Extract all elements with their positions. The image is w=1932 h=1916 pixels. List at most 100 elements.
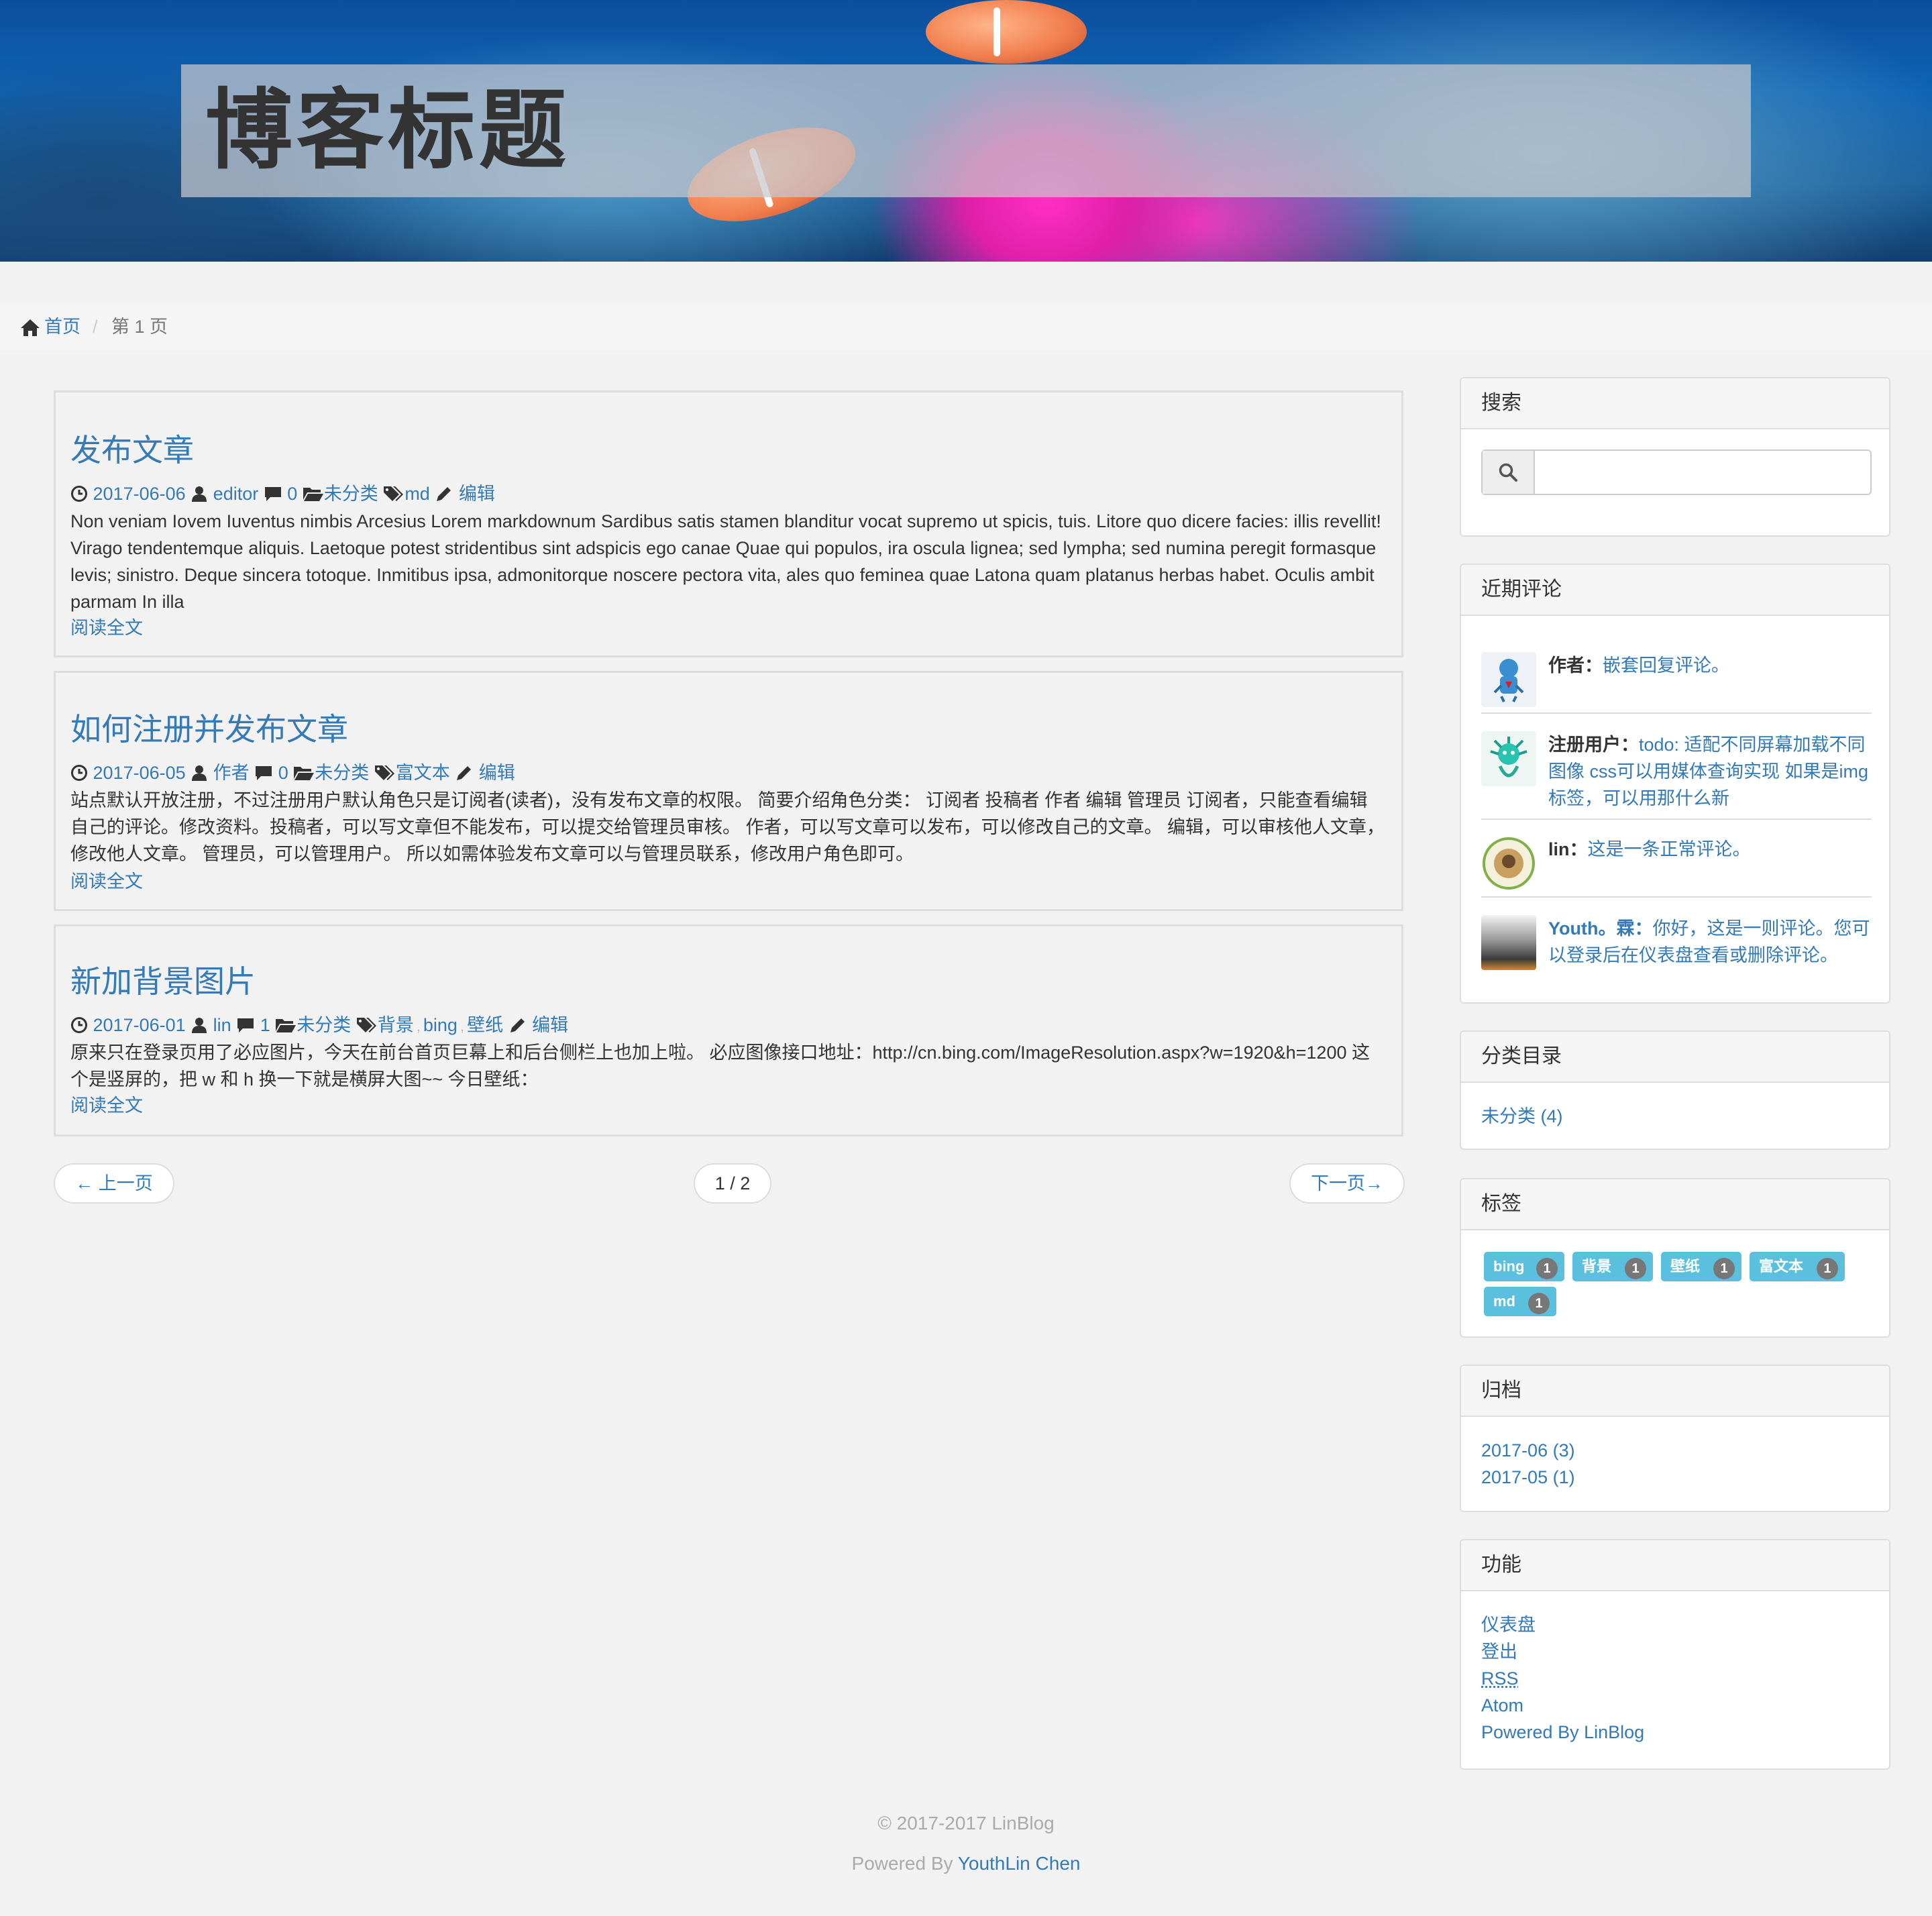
post-date-link[interactable]: 2017-06-05 <box>93 763 186 783</box>
post-date-link[interactable]: 2017-06-06 <box>93 484 186 504</box>
comment-author[interactable]: Youth。霖： <box>1548 918 1652 939</box>
post-category-link[interactable]: 未分类 <box>297 1015 351 1035</box>
clownfish-image <box>926 0 1087 64</box>
breadcrumb-home-link[interactable]: 首页 <box>44 303 80 350</box>
tag-count-badge: 1 <box>1528 1293 1550 1314</box>
tag-label[interactable]: 背景 1 <box>1572 1252 1653 1281</box>
post-title[interactable]: 新加背景图片 <box>70 963 256 1000</box>
panel-heading: 近期评论 <box>1461 565 1889 616</box>
post-meta: 2017-06-06 editor 0 未分类 md 编辑 <box>70 481 495 507</box>
folder-icon <box>276 1019 297 1032</box>
header-title-box: 博客标题 <box>181 64 1751 197</box>
breadcrumb: 首页 / 第 1 页 <box>0 303 1932 350</box>
post-excerpt: 站点默认开放注册，不过注册用户默认角色只是订阅者(读者)，没有发布文章的权限。 … <box>70 790 1385 864</box>
comment-link[interactable]: 嵌套回复评论。 <box>1603 655 1729 676</box>
tags-icon <box>384 486 404 501</box>
post-category-link[interactable]: 未分类 <box>324 484 378 504</box>
tag-label[interactable]: md 1 <box>1484 1287 1556 1316</box>
user-icon <box>192 765 207 781</box>
tags-icon <box>356 1018 376 1032</box>
search-group <box>1481 449 1872 495</box>
read-more-link[interactable]: 阅读全文 <box>70 1093 143 1118</box>
post-category-link[interactable]: 未分类 <box>315 763 369 783</box>
post-tag-link[interactable]: md <box>405 484 430 504</box>
panel-heading: 功能 <box>1461 1540 1889 1591</box>
post-title[interactable]: 发布文章 <box>70 431 194 469</box>
panel-heading: 归档 <box>1461 1366 1889 1417</box>
clock-icon <box>71 1017 87 1033</box>
search-button[interactable] <box>1483 451 1535 494</box>
pencil-icon <box>437 487 451 501</box>
comment-text: 注册用户：todo: 适配不同屏幕加载不同图像 css可以用媒体查询实现 如果是… <box>1548 731 1872 812</box>
comment-author: lin： <box>1548 839 1588 859</box>
tag-label[interactable]: 富文本 1 <box>1750 1252 1845 1281</box>
comment-separator <box>1481 818 1872 820</box>
footer: © 2017-2017 LinBlog Powered By YouthLin … <box>0 1795 1932 1889</box>
post-author-link[interactable]: editor <box>213 484 259 504</box>
archives-panel: 归档 2017-06 (3) 2017-05 (1) <box>1460 1365 1890 1512</box>
comment-author: 注册用户： <box>1548 735 1639 755</box>
post-tag-link[interactable]: 壁纸 <box>467 1015 503 1035</box>
post-edit-link[interactable]: 编辑 <box>479 763 515 783</box>
home-icon <box>21 319 40 336</box>
comment-icon <box>237 1018 254 1032</box>
post-tag-link[interactable]: bing <box>423 1015 458 1035</box>
post-excerpt: 原来只在登录页用了必应图片，今天在前台首页巨幕上和后台侧栏上也加上啦。 必应图像… <box>70 1043 1370 1089</box>
avatar[interactable] <box>1481 836 1536 891</box>
next-page-button[interactable]: 下一页→ <box>1289 1163 1405 1204</box>
footer-copyright: © 2017-2017 LinBlog <box>877 1813 1055 1833</box>
tag-label[interactable]: 壁纸 1 <box>1661 1252 1741 1281</box>
footer-powered: Powered By YouthLin Chen <box>851 1853 1081 1874</box>
breadcrumb-separator: / <box>93 317 98 337</box>
avatar[interactable] <box>1481 731 1536 786</box>
post-author-link[interactable]: lin <box>213 1015 231 1035</box>
post-tag-link[interactable]: 富文本 <box>396 763 450 783</box>
prev-page-button[interactable]: ← 上一页 <box>54 1163 174 1204</box>
post-tag-link[interactable]: 背景 <box>378 1015 414 1035</box>
avatar[interactable] <box>1481 652 1536 707</box>
post-comments-link[interactable]: 0 <box>287 484 297 504</box>
tags-icon <box>374 765 394 780</box>
panel-heading: 分类目录 <box>1461 1032 1889 1083</box>
powered-by-link[interactable]: Powered By LinBlog <box>1481 1719 1644 1746</box>
read-more-link[interactable]: 阅读全文 <box>70 869 143 894</box>
user-icon <box>192 1018 207 1033</box>
search-icon <box>1499 463 1517 482</box>
read-more-link[interactable]: 阅读全文 <box>70 615 143 641</box>
functions-panel: 功能 仪表盘 登出 RSS Atom Powered By LinBlog <box>1460 1539 1890 1770</box>
comment-text: lin：这是一条正常评论。 <box>1548 836 1872 863</box>
category-link[interactable]: 未分类 (4) <box>1481 1103 1563 1130</box>
rss-link[interactable]: RSS <box>1481 1665 1519 1692</box>
clock-icon <box>71 486 87 502</box>
archive-link[interactable]: 2017-06 (3) <box>1481 1437 1575 1464</box>
post-title[interactable]: 如何注册并发布文章 <box>70 710 348 748</box>
post-card: 如何注册并发布文章 2017-06-05 作者 0 未分类 富文本 编辑 站点默… <box>54 671 1403 911</box>
post-edit-link[interactable]: 编辑 <box>459 484 495 504</box>
post-author-link[interactable]: 作者 <box>213 763 250 783</box>
recent-comments-panel: 近期评论 作者：嵌套回复评论。 注册用户：todo: 适配不同屏幕加载不同图像 … <box>1460 564 1890 1004</box>
user-icon <box>192 486 207 502</box>
dashboard-link[interactable]: 仪表盘 <box>1481 1611 1536 1638</box>
panel-heading: 标签 <box>1461 1179 1889 1230</box>
atom-link[interactable]: Atom <box>1481 1692 1523 1719</box>
post-edit-link[interactable]: 编辑 <box>532 1015 568 1035</box>
post-comments-link[interactable]: 0 <box>278 763 288 783</box>
comment-link[interactable]: 这是一条正常评论。 <box>1588 839 1751 859</box>
tag-label[interactable]: bing 1 <box>1484 1252 1564 1281</box>
post-date-link[interactable]: 2017-06-01 <box>93 1015 186 1035</box>
post-card: 发布文章 2017-06-06 editor 0 未分类 md 编辑 Non v… <box>54 390 1403 657</box>
author-link[interactable]: YouthLin Chen <box>958 1853 1081 1874</box>
logout-link[interactable]: 登出 <box>1481 1638 1517 1665</box>
page-indicator: 1 / 2 <box>694 1163 771 1204</box>
pencil-icon <box>457 766 472 780</box>
comment-icon <box>264 487 281 501</box>
archive-link[interactable]: 2017-05 (1) <box>1481 1464 1575 1491</box>
tag-count-badge: 1 <box>1713 1258 1735 1279</box>
post-comments-link[interactable]: 1 <box>260 1015 270 1035</box>
blog-title[interactable]: 博客标题 <box>205 83 570 177</box>
search-input[interactable] <box>1536 454 1868 492</box>
comment-text: 作者：嵌套回复评论。 <box>1548 652 1872 679</box>
clock-icon <box>71 765 87 781</box>
avatar[interactable] <box>1481 915 1536 970</box>
tag-count-badge: 1 <box>1625 1258 1646 1279</box>
